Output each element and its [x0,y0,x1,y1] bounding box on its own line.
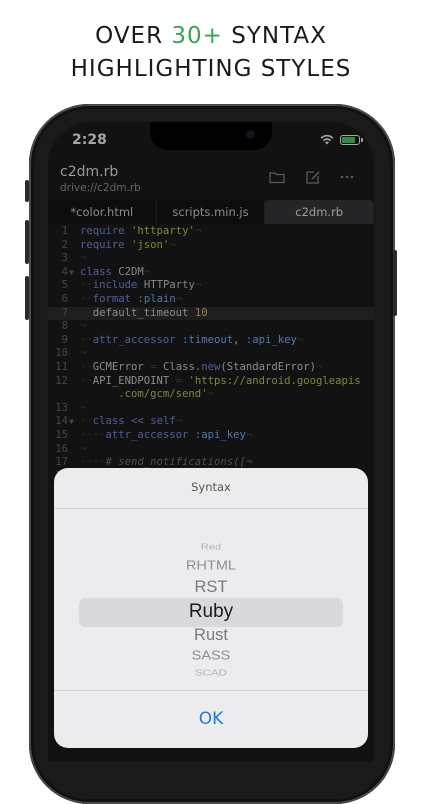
phone-power-button [393,250,397,316]
phone-volume-up [25,220,29,264]
picker-option-red[interactable]: Red [54,543,368,552]
picker-option-rst[interactable]: RST [54,578,368,597]
headline-line-2: HIGHLIGHTING STYLES [70,56,352,82]
phone-mute-switch [25,180,29,202]
picker-option-scad[interactable]: SCAD [54,669,368,678]
headline-accent: 30+ [171,23,223,49]
headline-line-1: OVER 30+ SYNTAX [95,23,327,49]
picker-option-sass[interactable]: SASS [54,649,368,663]
picker-option-rust[interactable]: Rust [54,626,368,645]
picker-option-ruby[interactable]: Ruby [54,601,368,623]
ok-button[interactable]: OK [54,691,368,748]
picker-title: Syntax [191,480,231,494]
phone-volume-down [25,276,29,320]
phone-screen: 2:28 c2dm.rb drive://c2dm.rb *color.html… [48,122,374,762]
picker-option-rhtml[interactable]: RHTML [54,559,368,573]
divider [54,508,368,509]
syntax-picker-wheel[interactable]: Red RHTML RST Ruby Rust SASS SCAD [54,516,368,686]
syntax-picker-sheet: Syntax Red RHTML RST Ruby Rust SASS SCAD OK [54,468,368,748]
headline: OVER 30+ SYNTAX HIGHLIGHTING STYLES [0,20,422,86]
